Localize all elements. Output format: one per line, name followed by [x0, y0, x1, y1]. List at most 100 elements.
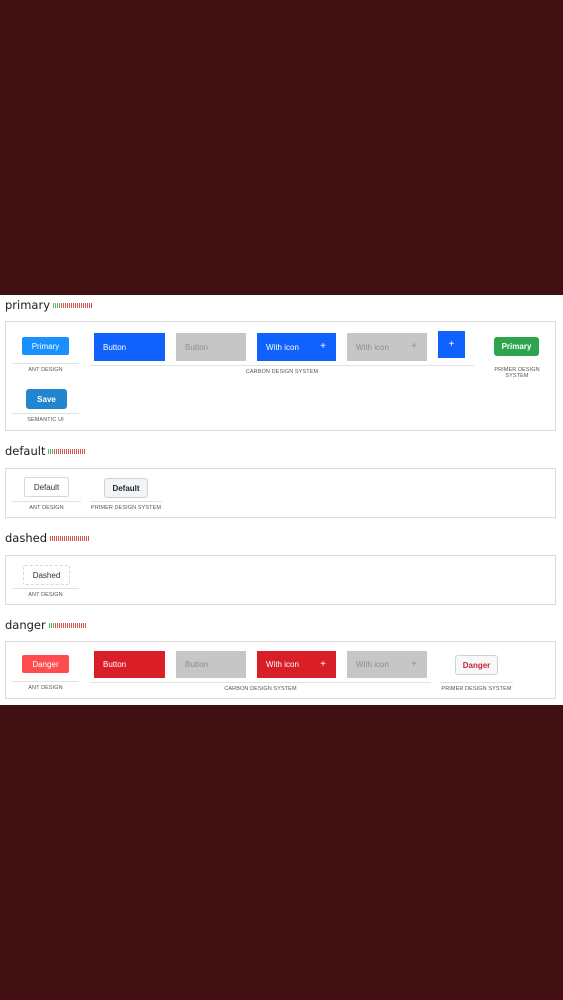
- meter-tick: [52, 448, 54, 454]
- meter-tick: [85, 302, 87, 308]
- meter-tick: [79, 302, 81, 308]
- carbon-danger-with-icon-disabled-button: With icon +: [347, 651, 427, 678]
- meter-tick: [54, 535, 56, 541]
- meter-tick: [62, 535, 64, 541]
- section-title: dashed: [5, 531, 48, 545]
- meter-tick: [56, 622, 58, 628]
- meter-tick: [80, 448, 82, 454]
- meter-tick: [86, 535, 88, 541]
- meter-tick: [82, 622, 84, 628]
- meter-tick: [76, 448, 78, 454]
- add-icon: +: [411, 341, 417, 352]
- carbon-with-icon-disabled-button: With icon +: [347, 333, 427, 361]
- carbon-danger-button[interactable]: Button: [94, 651, 165, 678]
- section-heading-primary: primary: [5, 297, 93, 313]
- meter-tick: [84, 448, 86, 454]
- meter-tick: [55, 302, 57, 308]
- default-panel: Default ANT DESIGN Default PRIMER DESIGN…: [5, 468, 556, 518]
- carbon-disabled-button: Button: [176, 333, 246, 361]
- dashed-panel: Dashed ANT DESIGN: [5, 555, 556, 605]
- meter-tick: [60, 448, 62, 454]
- rating-meter: [48, 622, 87, 628]
- meter-tick: [50, 448, 52, 454]
- button-label: With icon: [356, 342, 389, 352]
- meter-tick: [84, 622, 86, 628]
- primer-danger-button[interactable]: Danger: [455, 655, 498, 675]
- add-icon: +: [448, 339, 455, 350]
- meter-tick: [68, 448, 70, 454]
- meter-tick: [83, 302, 85, 308]
- rating-meter: [53, 302, 93, 308]
- meter-tick: [52, 535, 54, 541]
- meter-tick: [63, 302, 65, 308]
- meter-tick: [68, 535, 70, 541]
- rating-meter: [50, 535, 90, 541]
- meter-tick: [70, 535, 72, 541]
- meter-tick: [77, 302, 79, 308]
- meter-tick: [82, 448, 84, 454]
- meter-tick: [70, 622, 72, 628]
- meter-tick: [78, 448, 80, 454]
- meter-tick: [59, 302, 61, 308]
- carbon-danger-with-icon-button[interactable]: With icon +: [257, 651, 336, 678]
- primer-default-button[interactable]: Default: [104, 478, 148, 498]
- primer-primary-button[interactable]: Primary: [494, 337, 539, 356]
- section-title: primary: [5, 298, 51, 312]
- meter-tick: [66, 448, 68, 454]
- add-icon: +: [320, 658, 326, 670]
- meter-tick: [58, 535, 60, 541]
- section-heading-dashed: dashed: [5, 530, 90, 546]
- meter-tick: [80, 622, 82, 628]
- meter-tick: [66, 622, 68, 628]
- add-icon: +: [411, 658, 417, 670]
- meter-tick: [74, 622, 76, 628]
- meter-tick: [78, 622, 80, 628]
- meter-tick: [48, 448, 50, 454]
- rating-meter: [48, 448, 86, 454]
- meter-tick: [60, 622, 62, 628]
- meter-tick: [74, 535, 76, 541]
- caption-primer-design-system: PRIMER DESIGN SYSTEM: [90, 501, 162, 511]
- caption-primer-design-system: PRIMER DESIGN SYSTEM: [440, 682, 513, 692]
- ant-dashed-button[interactable]: Dashed: [23, 565, 70, 585]
- meter-tick: [52, 622, 54, 628]
- meter-tick: [72, 535, 74, 541]
- carbon-icon-only-button[interactable]: +: [438, 331, 465, 358]
- carbon-danger-disabled-button: Button: [176, 651, 246, 678]
- meter-tick: [82, 535, 84, 541]
- section-title: default: [5, 444, 46, 458]
- danger-panel: Danger ANT DESIGN Button Button With ico…: [5, 641, 556, 699]
- ant-default-button[interactable]: Default: [24, 477, 69, 497]
- meter-tick: [65, 302, 67, 308]
- meter-tick: [62, 448, 64, 454]
- ant-primary-button[interactable]: Primary: [22, 337, 69, 355]
- carbon-primary-button[interactable]: Button: [94, 333, 165, 361]
- caption-ant-design: ANT DESIGN: [12, 681, 79, 691]
- meter-tick: [66, 535, 68, 541]
- section-heading-danger: danger: [5, 617, 87, 633]
- meter-tick: [64, 622, 66, 628]
- caption-primer-design-system: PRIMER DESIGN SYSTEM: [494, 367, 540, 379]
- meter-tick: [69, 302, 71, 308]
- caption-ant-design: ANT DESIGN: [12, 501, 81, 511]
- meter-tick: [54, 622, 56, 628]
- ant-danger-button[interactable]: Danger: [22, 655, 69, 673]
- semantic-save-button[interactable]: Save: [26, 389, 67, 409]
- meter-tick: [70, 448, 72, 454]
- section-title: danger: [5, 618, 46, 632]
- meter-tick: [48, 622, 50, 628]
- meter-tick: [91, 302, 93, 308]
- meter-tick: [50, 622, 52, 628]
- caption-carbon-design-system: CARBON DESIGN SYSTEM: [90, 365, 474, 375]
- meter-tick: [60, 535, 62, 541]
- meter-tick: [54, 448, 56, 454]
- meter-tick: [72, 448, 74, 454]
- meter-tick: [89, 302, 91, 308]
- meter-tick: [72, 622, 74, 628]
- carbon-with-icon-button[interactable]: With icon +: [257, 333, 336, 361]
- meter-tick: [76, 622, 78, 628]
- add-icon: +: [320, 341, 326, 352]
- meter-tick: [56, 448, 58, 454]
- meter-tick: [56, 535, 58, 541]
- meter-tick: [71, 302, 73, 308]
